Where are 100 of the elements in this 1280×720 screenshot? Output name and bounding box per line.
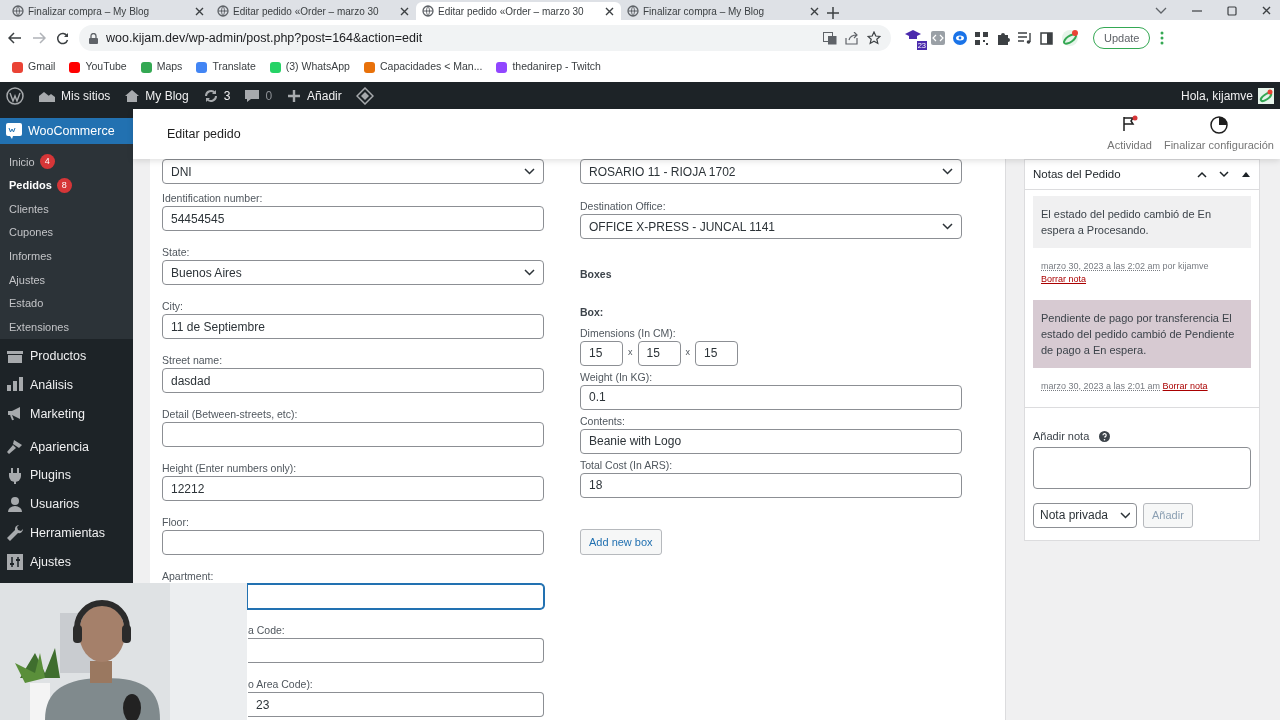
- chevron-down-icon: [942, 168, 953, 175]
- back-icon[interactable]: [8, 32, 22, 44]
- chevron-down-icon[interactable]: [1219, 171, 1229, 178]
- bookmark[interactable]: Translate: [196, 59, 256, 75]
- input-field[interactable]: [162, 530, 544, 555]
- sidebar-menu-item[interactable]: Plugins: [0, 463, 133, 488]
- collapse-icon[interactable]: [1241, 171, 1251, 178]
- wordpress-logo[interactable]: [6, 86, 24, 105]
- close-icon[interactable]: [809, 5, 820, 17]
- puzzle-icon[interactable]: [996, 31, 1010, 45]
- globe-icon: [12, 5, 24, 17]
- select-field[interactable]: DNI: [162, 159, 544, 184]
- input-field[interactable]: 54454545: [162, 206, 544, 231]
- input-field[interactable]: 11 de Septiembre: [162, 314, 544, 339]
- input-field[interactable]: 23: [248, 692, 544, 717]
- close-icon[interactable]: [604, 5, 615, 17]
- sidebar-submenu-item[interactable]: Extensiones: [0, 315, 133, 339]
- delete-note-link[interactable]: Borrar nota: [1041, 274, 1087, 284]
- sidebar-submenu-item[interactable]: Cupones: [0, 220, 133, 245]
- diamond-icon[interactable]: [355, 86, 374, 105]
- input-field[interactable]: [248, 638, 544, 663]
- bookmark[interactable]: Gmail: [12, 59, 56, 75]
- sidebar-submenu-item[interactable]: Informes: [0, 244, 133, 268]
- note-author: por kijamve: [1162, 261, 1209, 271]
- home-icon: [124, 87, 141, 104]
- code-icon[interactable]: [931, 31, 945, 45]
- sidebar-submenu-item[interactable]: Ajustes: [0, 267, 133, 292]
- input-field[interactable]: 15: [580, 340, 623, 366]
- playlist-icon[interactable]: [1018, 32, 1032, 44]
- close-icon[interactable]: [194, 5, 205, 17]
- chevron-up-icon[interactable]: [1197, 171, 1207, 178]
- chevron-down-icon: [942, 223, 953, 230]
- translate-icon[interactable]: [823, 31, 837, 45]
- close-icon[interactable]: [399, 5, 410, 17]
- star-icon[interactable]: [867, 31, 881, 45]
- input-field[interactable]: 12212: [162, 476, 544, 501]
- side-panel-icon[interactable]: [1040, 31, 1053, 45]
- bookmark[interactable]: thedanirep - Twitch: [496, 59, 601, 75]
- field-label: o Area Code):: [248, 678, 314, 690]
- select-field[interactable]: OFFICE X-PRESS - JUNCAL 1141: [580, 214, 962, 239]
- sidebar-submenu-item[interactable]: Inicio 4: [0, 150, 133, 174]
- add-box-button[interactable]: Add new box: [580, 528, 662, 555]
- reload-icon[interactable]: [56, 31, 69, 45]
- sidebar-menu-item[interactable]: Análisis: [0, 373, 133, 398]
- field-label: Identification number:: [162, 192, 264, 204]
- admin-bar-item[interactable]: 3: [202, 86, 231, 105]
- sidebar-menu-item[interactable]: Usuarios: [0, 492, 133, 517]
- header-action-button[interactable]: Finalizar configuración: [1157, 114, 1280, 154]
- note-type-select[interactable]: Nota privada: [1033, 502, 1137, 528]
- input-field[interactable]: 15: [637, 340, 681, 366]
- comment-icon: [244, 87, 261, 104]
- field-label: Weight (In KG):: [580, 370, 654, 383]
- bookmark[interactable]: Capacidades < Man...: [363, 59, 483, 75]
- address-bar[interactable]: woo.kijam.dev/wp-admin/post.php?post=164&action=edit: [79, 25, 891, 51]
- sidebar-menu-item[interactable]: Marketing: [0, 402, 133, 427]
- select-field[interactable]: ROSARIO 11 - RIOJA 1702: [580, 159, 962, 184]
- more-icon[interactable]: [1160, 31, 1165, 45]
- sidebar-menu-item[interactable]: Apariencia: [0, 435, 133, 460]
- eye-icon[interactable]: [953, 31, 967, 45]
- sidebar-submenu-item[interactable]: Estado: [0, 291, 133, 316]
- delete-note-link[interactable]: Borrar nota: [1162, 381, 1208, 391]
- browser-tab[interactable]: Finalizar compra – My Blog: [6, 2, 211, 20]
- sidebar-menu-item[interactable]: Productos: [0, 344, 133, 369]
- profile-avatar-icon[interactable]: [1061, 29, 1079, 47]
- browser-tab[interactable]: Editar pedido «Order – marzo 30: [211, 2, 416, 20]
- input-field[interactable]: [162, 422, 544, 447]
- maximize-icon[interactable]: [1227, 5, 1237, 16]
- sidebar-menu-item[interactable]: WooCommerce: [0, 118, 133, 144]
- sidebar-menu-item[interactable]: Ajustes: [0, 549, 133, 574]
- bookmark[interactable]: YouTube: [69, 59, 127, 75]
- avatar-icon: [1258, 87, 1274, 104]
- bookmark[interactable]: Maps: [140, 59, 183, 75]
- admin-bar-item[interactable]: Mis sitios: [38, 86, 111, 105]
- admin-bar-item[interactable]: My Blog: [124, 86, 189, 105]
- new-tab-icon[interactable]: [826, 6, 840, 20]
- help-icon: [1099, 430, 1111, 442]
- bookmark[interactable]: (3) WhatsApp: [269, 59, 350, 75]
- sidebar-submenu-item[interactable]: Pedidos 8: [0, 173, 133, 198]
- input-field[interactable]: [248, 584, 544, 609]
- admin-bar-item[interactable]: 0: [244, 86, 273, 105]
- share-icon[interactable]: [845, 31, 859, 45]
- input-field[interactable]: 15: [695, 340, 738, 366]
- select-field[interactable]: Buenos Aires: [162, 260, 544, 285]
- admin-bar-item[interactable]: Añadir: [286, 86, 342, 105]
- input-field[interactable]: 18: [580, 472, 962, 498]
- sidebar-submenu-item[interactable]: Clientes: [0, 197, 133, 221]
- browser-tab[interactable]: Editar pedido «Order – marzo 30: [416, 2, 621, 20]
- count-badge: 8: [56, 177, 72, 193]
- close-icon[interactable]: [1261, 5, 1272, 16]
- header-action-button[interactable]: Actividad: [1101, 114, 1158, 154]
- input-field[interactable]: dasdad: [162, 368, 544, 393]
- input-field[interactable]: 0.1: [580, 384, 962, 410]
- sidebar-menu-item[interactable]: Herramientas: [0, 521, 133, 546]
- account-menu[interactable]: Hola, kijamve: [1180, 86, 1274, 105]
- chevron-down-icon: [1120, 511, 1130, 519]
- browser-tab[interactable]: Finalizar compra – My Blog: [621, 2, 826, 20]
- note-textarea[interactable]: [1033, 446, 1251, 489]
- input-field[interactable]: Beanie with Logo: [580, 428, 962, 454]
- qr-code-icon[interactable]: [975, 31, 988, 45]
- field-label: State:: [162, 246, 191, 258]
